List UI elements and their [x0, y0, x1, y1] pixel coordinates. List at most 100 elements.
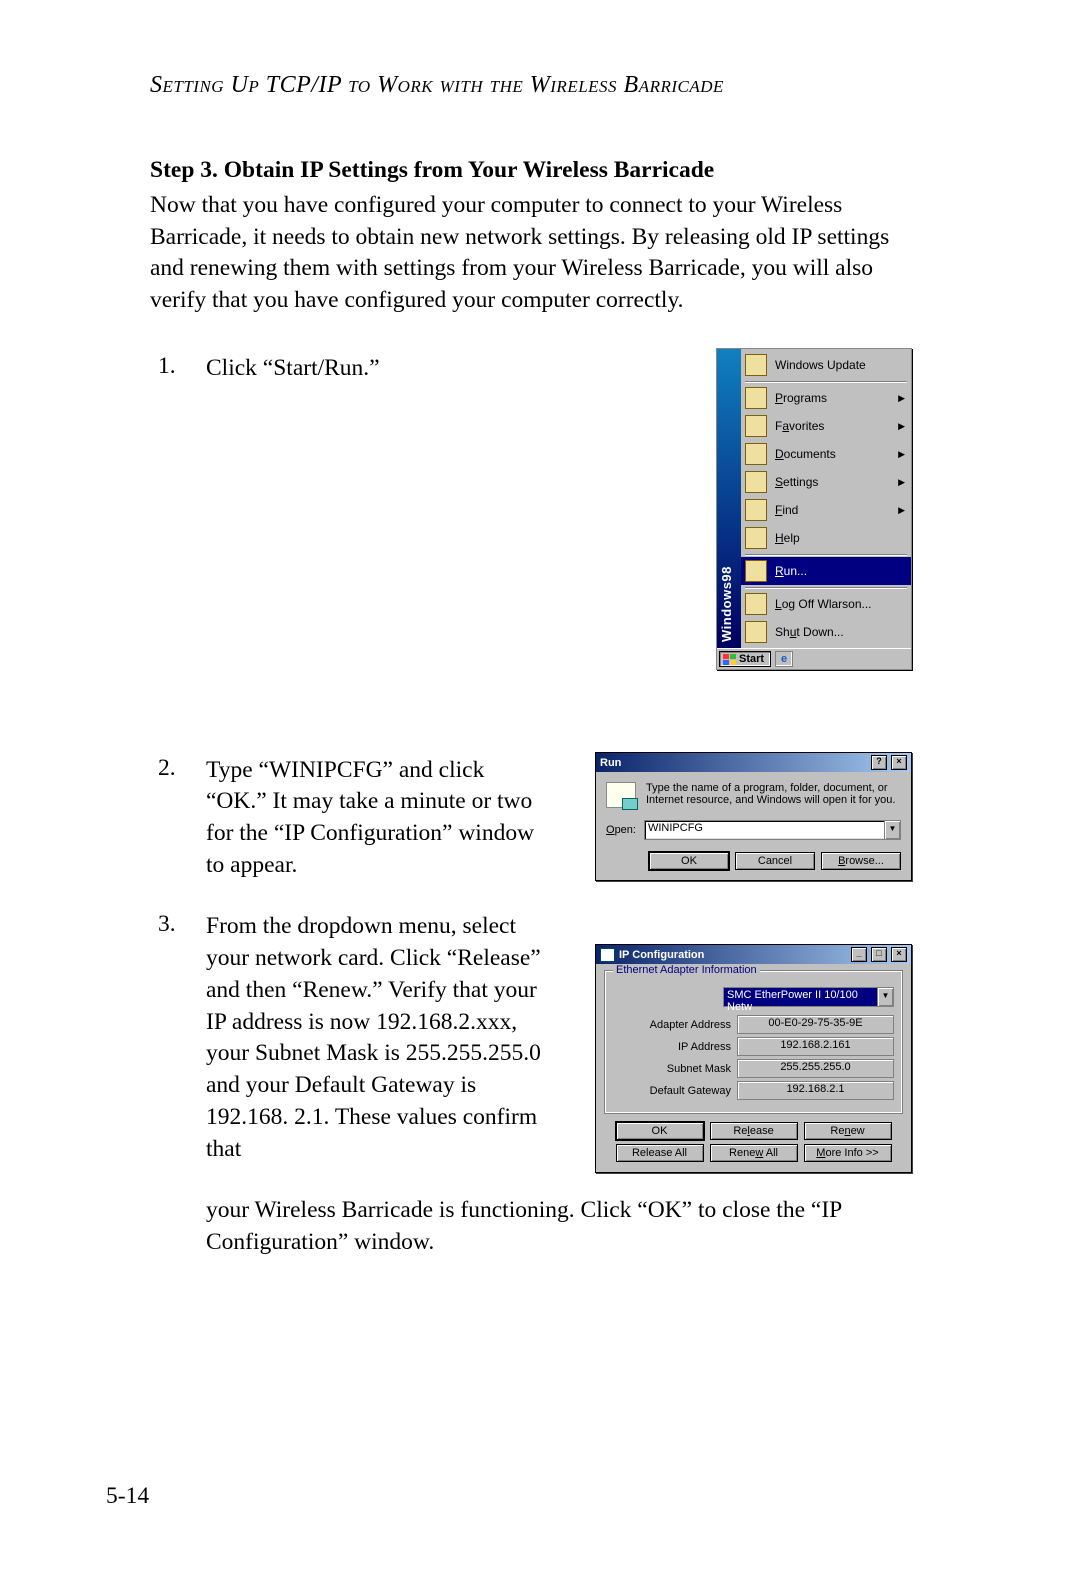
menu-item-find[interactable]: Find ▶: [741, 496, 911, 524]
field-value: 00-E0-29-75-35-9E: [737, 1015, 894, 1034]
ipcfg-titlebar: IP Configuration _ □ ×: [596, 945, 911, 964]
field-default-gateway: Default Gateway 192.168.2.1: [613, 1081, 894, 1100]
open-label: Open:: [606, 824, 636, 836]
run-icon: [745, 560, 767, 582]
shutdown-icon: [745, 621, 767, 643]
close-button[interactable]: ×: [891, 755, 907, 770]
menu-item-label: Find: [775, 503, 890, 517]
windows-update-icon: [745, 354, 767, 376]
taskbar: Start e: [717, 648, 911, 669]
field-label: IP Address: [613, 1041, 737, 1053]
start-button[interactable]: Start: [719, 651, 771, 667]
start-menu-brand-stripe: Windows98: [717, 349, 741, 648]
list-text: From the dropdown menu, select your netw…: [206, 911, 546, 1165]
menu-separator: [745, 381, 907, 382]
menu-separator: [745, 554, 907, 555]
cancel-button[interactable]: Cancel: [735, 852, 815, 870]
ipcfg-title-icon: [600, 948, 615, 962]
open-combobox[interactable]: WINIPCFG ▼: [644, 820, 901, 840]
ok-button[interactable]: OK: [649, 852, 729, 870]
submenu-arrow-icon: ▶: [898, 449, 905, 460]
menu-item-programs[interactable]: Programs ▶: [741, 384, 911, 412]
start-menu-window: Windows98 Windows Update Programs ▶ Favo…: [716, 348, 912, 670]
release-button[interactable]: Release: [710, 1122, 798, 1140]
menu-item-label: Log Off Wlarson...: [775, 597, 905, 611]
menu-item-label: Favorites: [775, 419, 890, 433]
ok-button[interactable]: OK: [616, 1122, 704, 1140]
field-value: 192.168.2.161: [737, 1037, 894, 1056]
renew-all-button[interactable]: Renew All: [710, 1144, 798, 1162]
dropdown-arrow-icon[interactable]: ▼: [884, 821, 900, 839]
ipcfg-title: IP Configuration: [619, 949, 704, 961]
submenu-arrow-icon: ▶: [898, 393, 905, 404]
list-text: Type “WINIPCFG” and click “OK.” It may t…: [206, 755, 546, 882]
field-label: Adapter Address: [613, 1019, 737, 1031]
run-dialog-titlebar: Run ? ×: [596, 753, 911, 772]
list-number: 3.: [150, 911, 206, 938]
group-legend: Ethernet Adapter Information: [613, 964, 760, 976]
field-label: Subnet Mask: [613, 1063, 737, 1075]
release-all-button[interactable]: Release All: [616, 1144, 704, 1162]
help-icon: [745, 527, 767, 549]
run-dialog-icon: [606, 782, 636, 808]
brand-word: Windows: [719, 582, 734, 642]
menu-item-settings[interactable]: Settings ▶: [741, 468, 911, 496]
page-number: 5-14: [106, 1483, 149, 1510]
taskbar-ie-icon[interactable]: e: [775, 651, 793, 667]
step-heading: Step 3. Obtain IP Settings from Your Wir…: [150, 157, 950, 184]
list-number: 1.: [150, 353, 206, 380]
menu-item-label: Programs: [775, 391, 890, 405]
ip-configuration-dialog: IP Configuration _ □ × Ethernet Adapter …: [595, 944, 912, 1173]
help-button[interactable]: ?: [871, 755, 887, 770]
logoff-icon: [745, 593, 767, 615]
menu-item-help[interactable]: Help: [741, 524, 911, 552]
menu-item-label: Shut Down...: [775, 625, 905, 639]
settings-icon: [745, 471, 767, 493]
intro-paragraph: Now that you have configured your comput…: [150, 190, 920, 317]
list-number: 2.: [150, 755, 206, 782]
menu-item-documents[interactable]: Documents ▶: [741, 440, 911, 468]
find-icon: [745, 499, 767, 521]
adapter-combobox[interactable]: SMC EtherPower II 10/100 Netw ▼: [723, 987, 894, 1007]
browse-button[interactable]: Browse...: [821, 852, 901, 870]
field-label: Default Gateway: [613, 1085, 737, 1097]
adapter-selected: SMC EtherPower II 10/100 Netw: [724, 988, 877, 1006]
menu-item-run[interactable]: Run...: [741, 557, 911, 585]
menu-item-label: Documents: [775, 447, 890, 461]
page-header-title: Setting Up TCP/IP to Work with the Wirel…: [150, 72, 950, 99]
documents-icon: [745, 443, 767, 465]
programs-icon: [745, 387, 767, 409]
menu-separator: [745, 587, 907, 588]
open-input-value[interactable]: WINIPCFG: [645, 821, 884, 839]
run-dialog-message: Type the name of a program, folder, docu…: [646, 782, 901, 806]
more-info-button[interactable]: More Info >>: [804, 1144, 892, 1162]
menu-item-label: Windows Update: [775, 358, 905, 372]
list-text-continued: your Wireless Barricade is functioning. …: [206, 1195, 906, 1258]
menu-item-favorites[interactable]: Favorites ▶: [741, 412, 911, 440]
menu-item-shutdown[interactable]: Shut Down...: [741, 618, 911, 646]
menu-item-label: Help: [775, 531, 905, 545]
adapter-info-group: Ethernet Adapter Information SMC EtherPo…: [604, 970, 903, 1114]
submenu-arrow-icon: ▶: [898, 477, 905, 488]
field-adapter-address: Adapter Address 00-E0-29-75-35-9E: [613, 1015, 894, 1034]
menu-item-label: Settings: [775, 475, 890, 489]
start-menu-items: Windows Update Programs ▶ Favorites ▶ Do…: [741, 349, 911, 648]
maximize-button[interactable]: □: [871, 947, 887, 962]
brand-version: 98: [719, 566, 734, 581]
windows-flag-icon: [723, 654, 736, 665]
list-text: Click “Start/Run.”: [206, 353, 380, 385]
menu-item-label: Run...: [775, 564, 905, 578]
run-dialog-title: Run: [600, 757, 621, 769]
minimize-button[interactable]: _: [851, 947, 867, 962]
submenu-arrow-icon: ▶: [898, 505, 905, 516]
submenu-arrow-icon: ▶: [898, 421, 905, 432]
run-dialog: Run ? × Type the name of a program, fold…: [595, 752, 912, 881]
start-button-label: Start: [739, 653, 764, 665]
renew-button[interactable]: Renew: [804, 1122, 892, 1140]
field-ip-address: IP Address 192.168.2.161: [613, 1037, 894, 1056]
field-subnet-mask: Subnet Mask 255.255.255.0: [613, 1059, 894, 1078]
menu-item-logoff[interactable]: Log Off Wlarson...: [741, 590, 911, 618]
close-button[interactable]: ×: [891, 947, 907, 962]
dropdown-arrow-icon[interactable]: ▼: [877, 988, 893, 1006]
menu-item-windows-update[interactable]: Windows Update: [741, 351, 911, 379]
